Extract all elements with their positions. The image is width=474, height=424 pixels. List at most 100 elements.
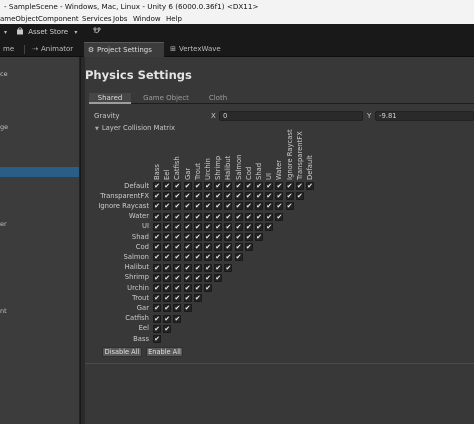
collision-checkbox[interactable]: ✔ <box>255 212 263 221</box>
collision-checkbox[interactable]: ✔ <box>214 253 223 262</box>
version-control-button[interactable] <box>93 27 101 38</box>
collision-checkbox[interactable]: ✔ <box>214 243 223 252</box>
collision-checkbox[interactable]: ✔ <box>265 182 274 190</box>
collision-checkbox[interactable]: ✔ <box>163 294 172 303</box>
collision-checkbox[interactable]: ✔ <box>173 222 182 231</box>
collision-checkbox[interactable]: ✔ <box>173 314 182 323</box>
collision-checkbox[interactable]: ✔ <box>204 182 212 190</box>
collision-checkbox[interactable]: ✔ <box>153 233 161 241</box>
menu-component[interactable]: Component <box>38 14 79 24</box>
collision-checkbox[interactable]: ✔ <box>204 212 212 221</box>
collision-checkbox[interactable]: ✔ <box>285 182 294 190</box>
collision-checkbox[interactable]: ✔ <box>295 182 304 190</box>
collision-checkbox[interactable]: ✔ <box>183 294 192 303</box>
tab-animator[interactable]: ⇢ Animator <box>28 42 80 57</box>
collision-checkbox[interactable]: ✔ <box>183 222 192 231</box>
collision-checkbox[interactable]: ✔ <box>193 192 202 201</box>
collision-checkbox[interactable]: ✔ <box>255 222 263 231</box>
account-dropdown[interactable]: ▾ <box>0 27 7 38</box>
collision-checkbox[interactable]: ✔ <box>163 222 172 231</box>
collision-checkbox[interactable]: ✔ <box>183 192 192 201</box>
collision-checkbox[interactable]: ✔ <box>183 304 192 313</box>
asset-store-dropdown[interactable]: Asset Store ▾ <box>16 27 77 38</box>
collision-checkbox[interactable]: ✔ <box>234 192 243 201</box>
collision-checkbox[interactable]: ✔ <box>153 192 161 201</box>
collision-checkbox[interactable]: ✔ <box>163 304 172 313</box>
collision-checkbox[interactable]: ✔ <box>275 182 284 190</box>
collision-checkbox[interactable]: ✔ <box>153 304 161 313</box>
collision-checkbox[interactable]: ✔ <box>153 263 161 272</box>
sidebar-item-physics[interactable] <box>0 167 79 177</box>
collision-checkbox[interactable]: ✔ <box>153 243 161 252</box>
collision-checkbox[interactable]: ✔ <box>183 233 192 241</box>
collision-checkbox[interactable]: ✔ <box>153 182 161 190</box>
collision-checkbox[interactable]: ✔ <box>183 182 192 190</box>
collision-checkbox[interactable]: ✔ <box>204 222 212 231</box>
collision-checkbox[interactable]: ✔ <box>255 202 263 211</box>
collision-checkbox[interactable]: ✔ <box>163 243 172 252</box>
collision-checkbox[interactable]: ✔ <box>204 233 212 241</box>
collision-checkbox[interactable]: ✔ <box>163 212 172 221</box>
collision-checkbox[interactable]: ✔ <box>285 192 294 201</box>
tab-vertexwave[interactable]: ⊞ VertexWave <box>166 42 222 57</box>
collision-checkbox[interactable]: ✔ <box>214 212 223 221</box>
collision-checkbox[interactable]: ✔ <box>163 314 172 323</box>
collision-checkbox[interactable]: ✔ <box>173 233 182 241</box>
collision-checkbox[interactable]: ✔ <box>163 263 172 272</box>
collision-checkbox[interactable]: ✔ <box>275 192 284 201</box>
collision-checkbox[interactable]: ✔ <box>173 273 182 282</box>
collision-checkbox[interactable]: ✔ <box>193 243 202 252</box>
sidebar-item[interactable]: er <box>0 220 79 228</box>
collision-checkbox[interactable]: ✔ <box>265 202 274 211</box>
collision-checkbox[interactable]: ✔ <box>204 243 212 252</box>
collision-checkbox[interactable]: ✔ <box>234 202 243 211</box>
collision-checkbox[interactable]: ✔ <box>234 222 243 231</box>
collision-checkbox[interactable]: ✔ <box>163 253 172 262</box>
collision-checkbox[interactable]: ✔ <box>204 273 212 282</box>
collision-checkbox[interactable]: ✔ <box>193 202 202 211</box>
tab-scene[interactable]: me <box>0 42 22 57</box>
collision-checkbox[interactable]: ✔ <box>183 202 192 211</box>
collision-checkbox[interactable]: ✔ <box>224 192 233 201</box>
collision-checkbox[interactable]: ✔ <box>265 222 274 231</box>
collision-checkbox[interactable]: ✔ <box>153 335 161 343</box>
collision-checkbox[interactable]: ✔ <box>234 182 243 190</box>
collision-checkbox[interactable]: ✔ <box>173 212 182 221</box>
collision-checkbox[interactable]: ✔ <box>204 284 212 292</box>
collision-checkbox[interactable]: ✔ <box>163 192 172 201</box>
collision-checkbox[interactable]: ✔ <box>173 294 182 303</box>
collision-checkbox[interactable]: ✔ <box>173 243 182 252</box>
collision-checkbox[interactable]: ✔ <box>244 192 253 201</box>
collision-checkbox[interactable]: ✔ <box>193 294 202 303</box>
collision-checkbox[interactable]: ✔ <box>173 253 182 262</box>
collision-checkbox[interactable]: ✔ <box>234 233 243 241</box>
collision-checkbox[interactable]: ✔ <box>183 273 192 282</box>
menu-services[interactable]: Services <box>82 14 112 24</box>
collision-checkbox[interactable]: ✔ <box>244 202 253 211</box>
collision-checkbox[interactable]: ✔ <box>183 243 192 252</box>
menu-window[interactable]: Window <box>133 14 161 24</box>
collision-checkbox[interactable]: ✔ <box>214 202 223 211</box>
collision-checkbox[interactable]: ✔ <box>153 202 161 211</box>
collision-checkbox[interactable]: ✔ <box>193 273 202 282</box>
collision-checkbox[interactable]: ✔ <box>244 233 253 241</box>
sidebar-item[interactable]: ce <box>0 70 79 78</box>
collision-checkbox[interactable]: ✔ <box>183 263 192 272</box>
collision-checkbox[interactable]: ✔ <box>265 212 274 221</box>
collision-checkbox[interactable]: ✔ <box>224 212 233 221</box>
collision-checkbox[interactable]: ✔ <box>193 182 202 190</box>
collision-checkbox[interactable]: ✔ <box>214 233 223 241</box>
sidebar-item[interactable]: ge <box>0 123 79 131</box>
collision-checkbox[interactable]: ✔ <box>204 263 212 272</box>
collision-checkbox[interactable]: ✔ <box>193 263 202 272</box>
menu-gameobject[interactable]: ameObject <box>0 14 38 24</box>
collision-checkbox[interactable]: ✔ <box>224 202 233 211</box>
collision-checkbox[interactable]: ✔ <box>173 192 182 201</box>
collision-checkbox[interactable]: ✔ <box>163 182 172 190</box>
collision-checkbox[interactable]: ✔ <box>153 212 161 221</box>
collision-checkbox[interactable]: ✔ <box>163 202 172 211</box>
tab-project-settings[interactable]: ⚙ Project Settings <box>84 42 164 57</box>
collision-checkbox[interactable]: ✔ <box>234 243 243 252</box>
collision-checkbox[interactable]: ✔ <box>153 222 161 231</box>
menu-jobs[interactable]: Jobs <box>113 14 127 24</box>
